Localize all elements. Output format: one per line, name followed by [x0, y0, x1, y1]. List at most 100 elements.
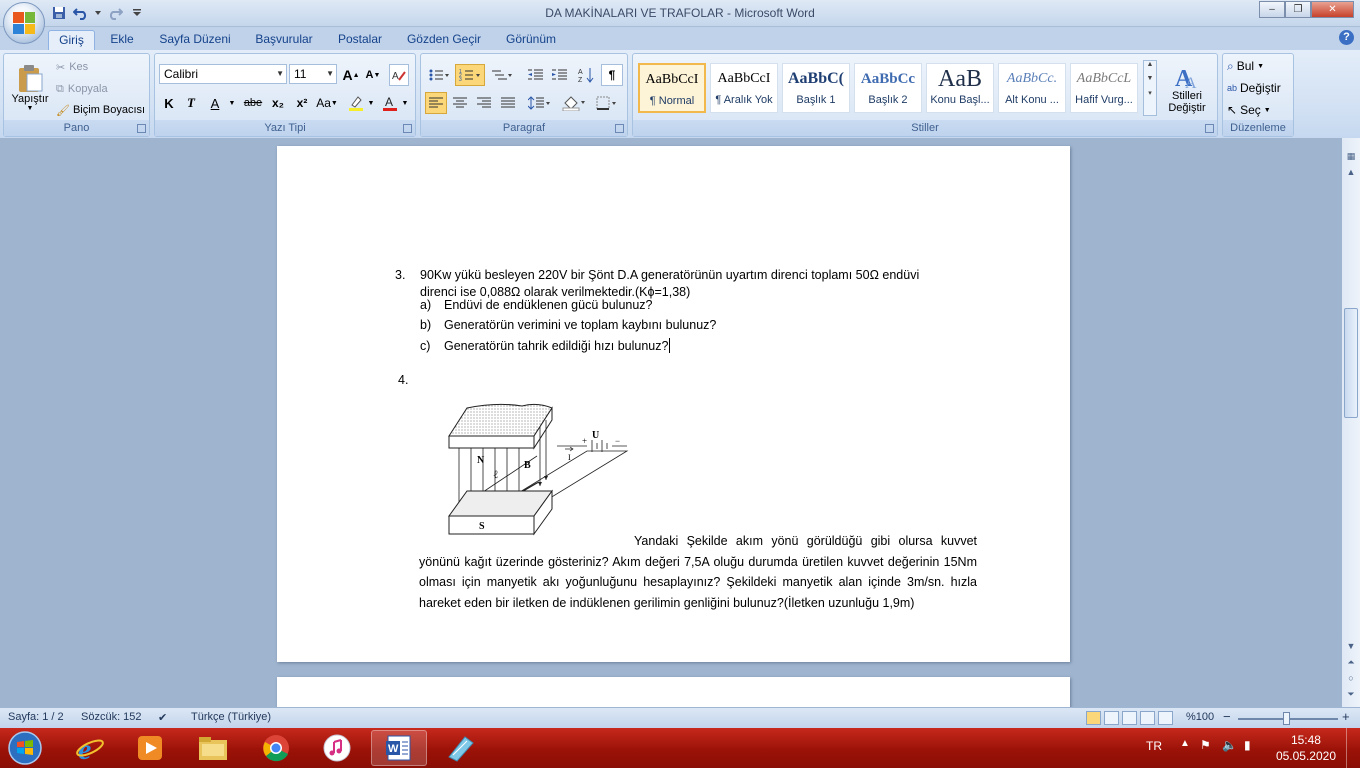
grow-font-button[interactable]: A ▲ [341, 64, 361, 86]
bullets-icon[interactable] [425, 64, 453, 86]
ruler-toggle-icon[interactable]: ▦ [1343, 148, 1359, 164]
minimize-button[interactable]: – [1259, 1, 1285, 18]
style-subtitle[interactable]: AaBbCc. Alt Konu ... [998, 63, 1066, 113]
align-center-icon[interactable] [449, 92, 471, 114]
web-layout-view-icon[interactable] [1122, 711, 1137, 725]
browse-object-icon[interactable]: ○ [1343, 670, 1359, 686]
document-page-1[interactable]: 3. 90Kw yükü besleyen 220V bir Şönt D.A … [277, 146, 1070, 662]
tab-sayfa-duzeni[interactable]: Sayfa Düzeni [151, 30, 239, 50]
scroll-thumb[interactable] [1344, 308, 1358, 418]
zoom-level[interactable]: %100 [1186, 711, 1214, 723]
find-button[interactable]: ⌕ Bul ▼ [1227, 57, 1264, 75]
bold-button[interactable]: K [159, 92, 179, 114]
file-explorer-icon[interactable] [185, 730, 241, 766]
subscript-button[interactable]: x₂ [267, 92, 289, 114]
show-formatting-button[interactable]: ¶ [601, 64, 623, 86]
change-styles-button[interactable]: AA Stilleri Değiştir [1159, 58, 1215, 120]
shrink-font-button[interactable]: A ▼ [363, 64, 383, 86]
close-button[interactable]: ✕ [1311, 1, 1354, 18]
outline-view-icon[interactable] [1140, 711, 1155, 725]
style-heading-1[interactable]: AaBbC( Başlık 1 [782, 63, 850, 113]
increase-indent-icon[interactable] [549, 64, 571, 86]
style-no-spacing[interactable]: AaBbCcI ¶ Aralık Yok [710, 63, 778, 113]
shading-icon[interactable] [559, 92, 589, 114]
volume-icon[interactable]: 🔈 [1222, 738, 1237, 752]
style-normal[interactable]: AaBbCcI ¶ Normal [638, 63, 706, 113]
highlight-dropdown-icon[interactable]: ▼ [367, 92, 375, 114]
internet-explorer-icon[interactable]: e [62, 730, 118, 766]
align-left-icon[interactable] [425, 92, 447, 114]
sort-icon[interactable]: AZ [575, 64, 597, 86]
style-title[interactable]: AaB Konu Başl... [926, 63, 994, 113]
replace-button[interactable]: ab Değiştir [1227, 79, 1281, 97]
page-count[interactable]: Sayfa: 1 / 2 [8, 711, 64, 723]
paste-button[interactable]: Yapıştır ▼ [6, 58, 54, 116]
styles-launcher-icon[interactable] [1205, 124, 1214, 133]
clipboard-launcher-icon[interactable] [137, 124, 146, 133]
numbering-icon[interactable]: 123 [455, 64, 485, 86]
media-player-icon[interactable] [122, 730, 178, 766]
format-painter-button[interactable]: 🖌 Biçim Boyacısı [56, 101, 145, 119]
decrease-indent-icon[interactable] [525, 64, 547, 86]
show-desktop-button[interactable] [1346, 728, 1360, 768]
style-subtle-emphasis[interactable]: AaBbCcL Hafif Vurg... [1070, 63, 1138, 113]
action-center-icon[interactable]: ⚑ [1200, 738, 1211, 752]
underline-dropdown-icon[interactable]: ▼ [227, 92, 237, 114]
style-heading-2[interactable]: AaBbCc Başlık 2 [854, 63, 922, 113]
scroll-down-icon[interactable]: ▼ [1343, 638, 1359, 654]
start-button[interactable] [4, 728, 46, 768]
previous-page-icon[interactable]: ⏶ [1343, 654, 1359, 670]
superscript-button[interactable]: x² [291, 92, 313, 114]
maximize-button[interactable]: ❐ [1285, 1, 1311, 18]
draft-view-icon[interactable] [1158, 711, 1173, 725]
clear-formatting-icon[interactable]: A [389, 64, 409, 86]
highlight-color-icon[interactable] [345, 92, 367, 114]
strikethrough-button[interactable]: abe [241, 92, 265, 114]
tab-giris[interactable]: Giriş [48, 30, 95, 50]
next-page-icon[interactable]: ⏷ [1343, 686, 1359, 702]
styles-gallery-scroll[interactable]: ▲ ▼ ▾ [1143, 60, 1157, 116]
zoom-out-button[interactable]: − [1223, 709, 1231, 724]
scroll-up-icon[interactable]: ▲ [1343, 164, 1359, 180]
italic-button[interactable]: T [181, 92, 201, 114]
itunes-icon[interactable] [309, 730, 365, 766]
help-icon[interactable]: ? [1339, 30, 1354, 45]
font-family-select[interactable]: Calibri ▼ [159, 64, 287, 84]
select-button[interactable]: ↖ Seç ▼ [1227, 101, 1271, 119]
zoom-slider-thumb[interactable] [1283, 712, 1290, 725]
tab-basvurular[interactable]: Başvurular [247, 30, 321, 50]
vertical-scrollbar[interactable]: ▦ ▲ ▼ ⏶ ○ ⏷ [1342, 138, 1360, 707]
full-screen-reading-view-icon[interactable] [1104, 711, 1119, 725]
print-layout-view-icon[interactable] [1086, 711, 1101, 725]
input-language[interactable]: TR [1146, 739, 1162, 753]
copy-button[interactable]: ⧉ Kopyala [56, 80, 108, 98]
underline-button[interactable]: A [205, 92, 225, 114]
tab-gozden-gecir[interactable]: Gözden Geçir [399, 30, 489, 50]
tab-gorunum[interactable]: Görünüm [497, 30, 565, 50]
font-color-icon[interactable]: A [379, 92, 401, 114]
tab-postalar[interactable]: Postalar [329, 30, 391, 50]
tab-ekle[interactable]: Ekle [100, 30, 144, 50]
align-right-icon[interactable] [473, 92, 495, 114]
justify-icon[interactable] [497, 92, 519, 114]
show-hidden-icons-icon[interactable]: ▲ [1180, 738, 1190, 749]
font-color-dropdown-icon[interactable]: ▼ [401, 92, 409, 114]
proofing-icon[interactable]: ✔ [158, 711, 167, 724]
paragraph-launcher-icon[interactable] [615, 124, 624, 133]
font-size-select[interactable]: 11 ▼ [289, 64, 337, 84]
document-page-2[interactable] [277, 677, 1070, 707]
font-launcher-icon[interactable] [403, 124, 412, 133]
zoom-in-button[interactable]: + [1342, 709, 1350, 724]
borders-icon[interactable] [593, 92, 623, 114]
office-button[interactable] [3, 2, 45, 44]
clock[interactable]: 15:48 05.05.2020 [1276, 732, 1336, 764]
network-icon[interactable]: ▮ [1244, 738, 1251, 752]
multilevel-list-icon[interactable] [487, 64, 517, 86]
line-spacing-icon[interactable] [525, 92, 555, 114]
cut-button[interactable]: ✂ Kes [56, 58, 88, 76]
word-icon[interactable]: W [371, 730, 427, 766]
chrome-icon[interactable] [248, 730, 304, 766]
word-count[interactable]: Sözcük: 152 [81, 711, 142, 723]
change-case-button[interactable]: Aa ▼ [315, 92, 339, 114]
language-status[interactable]: Türkçe (Türkiye) [191, 711, 271, 723]
